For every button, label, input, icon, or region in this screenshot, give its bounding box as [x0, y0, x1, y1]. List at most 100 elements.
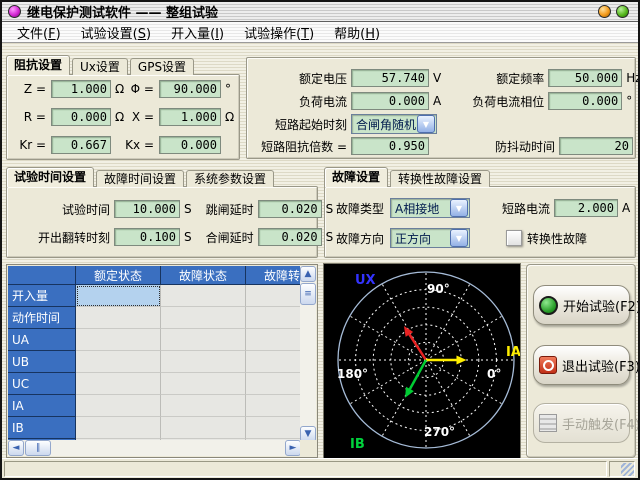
exit-test-icon	[539, 356, 557, 374]
trip-delay-input[interactable]: 0.020	[258, 200, 322, 218]
row-label: IA	[8, 395, 76, 417]
table-cell[interactable]	[76, 395, 161, 417]
convert-fault-checkbox[interactable]	[506, 230, 522, 246]
table-cell[interactable]	[76, 329, 161, 351]
z-label: Z =	[14, 82, 46, 96]
svg-text:UX: UX	[355, 273, 376, 288]
z-unit: Ω	[115, 82, 124, 96]
table-cell[interactable]	[246, 395, 301, 417]
resize-grip[interactable]	[621, 463, 634, 476]
tab-gps-settings[interactable]: GPS设置	[130, 58, 194, 75]
table-cell[interactable]	[246, 351, 301, 373]
chevron-down-icon[interactable]: ▼	[417, 115, 435, 133]
tab-system-params[interactable]: 系统参数设置	[186, 170, 274, 187]
horizontal-scroll-thumb[interactable]: ∥	[25, 440, 51, 456]
table-row: 开入量	[8, 285, 301, 307]
impedance-ratio-input[interactable]: 0.950	[351, 137, 429, 155]
results-table-clip: 额定状态 故障状态 故障转换 开入量 动作时间 UA	[8, 266, 301, 442]
menu-help[interactable]: 帮助(H)	[324, 22, 390, 43]
z-input[interactable]: 1.000	[51, 80, 111, 98]
impedance-ratio-label: 短路阻抗倍数 =	[252, 138, 347, 155]
table-row: IA	[8, 395, 301, 417]
svg-text:90°: 90°	[427, 282, 450, 296]
table-cell[interactable]	[246, 373, 301, 395]
table-cell[interactable]	[76, 307, 161, 329]
table-cell[interactable]	[76, 373, 161, 395]
exit-test-button[interactable]: 退出试验(F3)	[533, 345, 630, 385]
short-start-dropdown[interactable]: 合闸角随机 ▼	[351, 114, 437, 134]
results-table: 额定状态 故障状态 故障转换 开入量 动作时间 UA	[6, 264, 318, 458]
table-cell[interactable]	[246, 329, 301, 351]
row-label: IB	[8, 417, 76, 439]
load-phase-unit: °	[626, 94, 632, 108]
flip-time-input[interactable]: 0.100	[114, 228, 180, 246]
scroll-left-icon[interactable]: ◄	[8, 440, 24, 456]
tab-impedance-settings[interactable]: 阻抗设置	[6, 55, 70, 75]
scroll-right-icon[interactable]: ►	[285, 440, 301, 456]
tab-test-time[interactable]: 试验时间设置	[6, 167, 94, 187]
rated-freq-input[interactable]: 50.000	[548, 69, 622, 87]
table-row: UA	[8, 329, 301, 351]
table-cell[interactable]	[161, 351, 246, 373]
minimize-button[interactable]	[598, 5, 611, 18]
tab-fault-settings[interactable]: 故障设置	[324, 167, 388, 187]
rated-voltage-label: 额定电压	[252, 70, 347, 87]
load-current-input[interactable]: 0.000	[351, 92, 429, 110]
test-time-label: 试验时间	[14, 201, 110, 218]
menu-test-operation[interactable]: 试验操作(T)	[234, 22, 324, 43]
vertical-scroll-thumb[interactable]: ≡	[300, 283, 316, 305]
x-input[interactable]: 1.000	[159, 108, 221, 126]
test-time-input[interactable]: 10.000	[114, 200, 180, 218]
kr-input[interactable]: 0.667	[51, 136, 111, 154]
vertical-scrollbar[interactable]: ▲ ≡ ▼	[300, 266, 316, 442]
start-test-button[interactable]: 开始试验(F2)	[533, 285, 630, 325]
short-current-label: 短路电流	[498, 200, 550, 217]
table-cell[interactable]	[161, 395, 246, 417]
kx-input[interactable]: 0.000	[159, 136, 221, 154]
table-cell[interactable]	[76, 417, 161, 439]
r-input[interactable]: 0.000	[51, 108, 111, 126]
menu-file[interactable]: 文件(F)	[7, 22, 71, 43]
impedance-panel: 阻抗设置 Ux设置 GPS设置 Z = 1.000 Ω Φ = 90.000 °…	[6, 56, 240, 160]
chevron-down-icon[interactable]: ▼	[450, 229, 468, 247]
table-cell[interactable]	[161, 307, 246, 329]
table-cell[interactable]	[161, 373, 246, 395]
scrollbar-corner	[300, 440, 316, 456]
phi-unit: °	[225, 82, 231, 96]
menu-binary-input[interactable]: 开入量(I)	[161, 22, 234, 43]
timing-tabs: 试验时间设置 故障时间设置 系统参数设置	[6, 168, 276, 187]
tab-ux-settings[interactable]: Ux设置	[72, 58, 128, 75]
table-cell[interactable]	[246, 285, 301, 307]
rated-freq-unit: Hz	[626, 71, 640, 85]
debounce-input[interactable]: 20	[559, 137, 633, 155]
table-cell[interactable]	[161, 329, 246, 351]
system-menu-icon[interactable]	[8, 5, 21, 18]
fault-direction-dropdown[interactable]: 正方向 ▼	[390, 228, 470, 248]
menu-test-settings[interactable]: 试验设置(S)	[71, 22, 161, 43]
fault-type-dropdown[interactable]: A相接地 ▼	[390, 198, 470, 218]
table-cell[interactable]	[76, 351, 161, 373]
table-cell[interactable]	[246, 417, 301, 439]
load-phase-input[interactable]: 0.000	[548, 92, 622, 110]
fault-type-label: 故障类型	[336, 200, 384, 217]
kx-label: Kx =	[124, 138, 154, 152]
table-cell-selected[interactable]	[76, 285, 161, 307]
title-bar[interactable]: 继电保护测试软件 —— 整组试验	[2, 2, 638, 22]
table-cell[interactable]	[161, 285, 246, 307]
tab-fault-time[interactable]: 故障时间设置	[96, 170, 184, 187]
tab-convert-fault-settings[interactable]: 转换性故障设置	[390, 170, 490, 187]
svg-text:180°: 180°	[337, 367, 368, 381]
close-button[interactable]	[616, 5, 629, 18]
short-current-input[interactable]: 2.000	[554, 199, 618, 217]
window-controls	[598, 5, 629, 18]
table-cell[interactable]	[246, 307, 301, 329]
scroll-up-icon[interactable]: ▲	[300, 266, 316, 282]
horizontal-scrollbar[interactable]: ◄ ∥ ►	[8, 440, 301, 456]
chevron-down-icon[interactable]: ▼	[450, 199, 468, 217]
phi-input[interactable]: 90.000	[159, 80, 221, 98]
table-cell[interactable]	[161, 417, 246, 439]
rated-voltage-input[interactable]: 57.740	[351, 69, 429, 87]
row-label: UA	[8, 329, 76, 351]
status-pane-right	[609, 461, 635, 477]
close-delay-input[interactable]: 0.020	[258, 228, 322, 246]
